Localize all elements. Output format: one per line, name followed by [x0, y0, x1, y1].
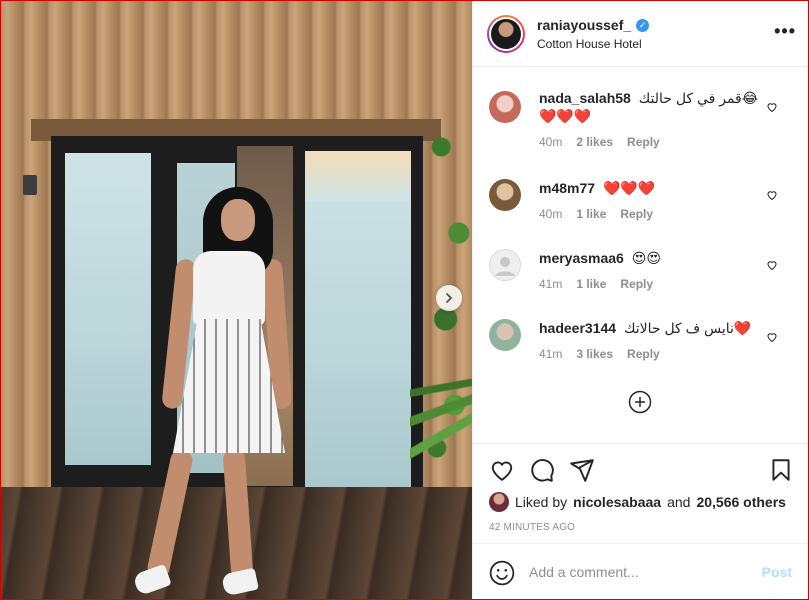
post-timestamp[interactable]: 42 MINUTES AGO — [489, 522, 575, 533]
post-comment-button[interactable]: Post — [762, 564, 792, 580]
wall-lamp — [23, 175, 37, 195]
reply-button[interactable]: Reply — [627, 347, 660, 361]
author-username[interactable]: raniayoussef_ — [537, 17, 631, 33]
comment-like-heart-icon[interactable] — [766, 331, 778, 343]
comment-likes[interactable]: 1 like — [576, 207, 606, 221]
comment-meta: 40m 2 likes Reply — [539, 135, 759, 149]
comment-avatar-default[interactable] — [489, 249, 521, 281]
reply-button[interactable]: Reply — [627, 135, 660, 149]
comment-likes[interactable]: 1 like — [576, 277, 606, 291]
comment-likes[interactable]: 2 likes — [576, 135, 613, 149]
fern-plant — [410, 351, 472, 491]
comments-list: nada_salah58 قمر في كل حالتك😂 ❤️❤️❤️ 40m… — [473, 67, 808, 443]
author-avatar[interactable] — [487, 15, 525, 53]
comment-time[interactable]: 40m — [539, 207, 562, 221]
comment-text: 😍😍 — [631, 250, 661, 266]
comment-time[interactable]: 41m — [539, 277, 562, 291]
glass-pane-left — [65, 153, 151, 465]
comment-like-heart-icon[interactable] — [766, 259, 778, 271]
sky-reflection — [305, 151, 411, 201]
comment-username[interactable]: m48m77 — [539, 180, 595, 196]
more-options-icon[interactable]: ••• — [774, 21, 796, 42]
author-username-row: raniayoussef_ ✓ — [537, 17, 650, 33]
comment-meta: 41m 1 like Reply — [539, 277, 759, 291]
comment-time[interactable]: 41m — [539, 347, 562, 361]
post-header: raniayoussef_ ✓ Cotton House Hotel ••• — [473, 1, 808, 67]
comment-meta: 40m 1 like Reply — [539, 207, 759, 221]
bookmark-icon[interactable] — [768, 457, 794, 483]
post-photo[interactable] — [1, 1, 472, 599]
comment-avatar[interactable] — [489, 179, 521, 211]
chevron-right-icon — [446, 293, 453, 303]
liked-and: and — [667, 494, 691, 510]
load-more-comments-icon[interactable] — [628, 390, 652, 414]
liked-others-count[interactable]: 20,566 others — [696, 494, 786, 510]
comment-input[interactable] — [529, 560, 749, 584]
glass-pane-right — [305, 151, 411, 491]
comment-username[interactable]: meryasmaa6 — [539, 250, 624, 266]
comment-meta: 41m 3 likes Reply — [539, 347, 759, 361]
comment-avatar[interactable] — [489, 319, 521, 351]
comment-text: قمر في كل حالتك😂 — [638, 90, 759, 106]
comment-time[interactable]: 40m — [539, 135, 562, 149]
reply-button[interactable]: Reply — [620, 207, 653, 221]
heart-icon[interactable] — [489, 457, 515, 483]
liked-by-avatar[interactable] — [489, 492, 509, 512]
post-actions: Liked by nicolesabaaa and 20,566 others … — [473, 443, 808, 543]
comment-likes[interactable]: 3 likes — [576, 347, 613, 361]
reply-button[interactable]: Reply — [620, 277, 653, 291]
instagram-post-window: raniayoussef_ ✓ Cotton House Hotel ••• n… — [0, 0, 809, 600]
comment-username[interactable]: hadeer3144 — [539, 320, 616, 336]
comment-text: ❤️❤️❤️ — [602, 180, 656, 196]
liked-user[interactable]: nicolesabaaa — [573, 494, 661, 510]
emoji-icon[interactable] — [489, 560, 515, 586]
liked-by-row: Liked by nicolesabaaa and 20,566 others — [489, 492, 786, 512]
comment-text-line2: ❤️❤️❤️ — [539, 108, 592, 124]
comment-username[interactable]: nada_salah58 — [539, 90, 631, 106]
comment-like-heart-icon[interactable] — [766, 101, 778, 113]
post-side-panel: raniayoussef_ ✓ Cotton House Hotel ••• n… — [472, 1, 808, 599]
share-icon[interactable] — [569, 457, 595, 483]
person-face — [221, 199, 255, 241]
default-avatar-icon — [495, 257, 515, 276]
next-photo-button[interactable] — [436, 285, 462, 311]
comment-text: نايس ف كل حالاتك❤️ — [623, 320, 752, 336]
liked-prefix: Liked by — [515, 494, 568, 510]
verified-badge-icon: ✓ — [636, 18, 650, 32]
dress-bodice — [193, 251, 265, 325]
add-comment-bar: Post — [473, 543, 808, 599]
post-location[interactable]: Cotton House Hotel — [537, 37, 642, 51]
comment-like-heart-icon[interactable] — [766, 189, 778, 201]
comment-avatar[interactable] — [489, 91, 521, 123]
comment-icon[interactable] — [529, 457, 555, 483]
